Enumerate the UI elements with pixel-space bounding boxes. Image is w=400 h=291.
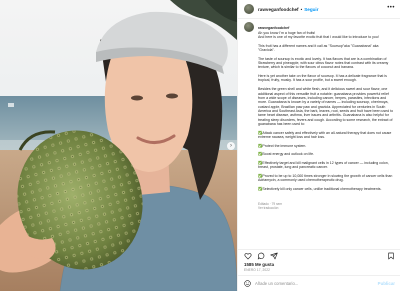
avatar[interactable] bbox=[244, 4, 254, 14]
caption-text: rawveganfoodchef Ah you know I'm a huge … bbox=[258, 22, 396, 215]
comment-input[interactable] bbox=[255, 281, 378, 286]
more-horizontal-icon[interactable]: ••• bbox=[387, 5, 395, 11]
post-header: rawveganfoodchef • Seguir ••• bbox=[238, 0, 400, 19]
caption-line: ✅Selectively kill only cancer cells, unl… bbox=[258, 187, 382, 192]
post-actions bbox=[238, 249, 400, 261]
share-icon[interactable] bbox=[270, 252, 278, 260]
caption-line: ✅Effectively target and kill malignant c… bbox=[258, 161, 389, 170]
caption-line: ✅Attack cancer safely and effectively wi… bbox=[258, 130, 392, 139]
comment-bar: Publicar bbox=[238, 275, 400, 291]
follow-button[interactable]: Seguir bbox=[304, 7, 318, 12]
caption-line: Here is yet another take on the flavor o… bbox=[258, 74, 387, 83]
caption-line: This fruit has a different names and it … bbox=[258, 43, 379, 53]
chevron-right-icon[interactable]: › bbox=[227, 142, 235, 150]
separator-dot: • bbox=[300, 6, 303, 12]
emoji-icon[interactable] bbox=[244, 280, 251, 287]
post-side-panel: rawveganfoodchef • Seguir ••• rawveganfo… bbox=[237, 0, 400, 291]
username-link[interactable]: rawveganfoodchef bbox=[258, 7, 299, 12]
heart-icon[interactable] bbox=[244, 252, 252, 260]
photo-illustration bbox=[0, 0, 237, 291]
caption-line: The taste of soursop is exotic and lovel… bbox=[258, 56, 389, 70]
caption-line: Besides the green shell and white flesh,… bbox=[258, 87, 394, 126]
post-photo[interactable]: › bbox=[0, 0, 237, 291]
bookmark-icon[interactable] bbox=[387, 252, 395, 260]
likes-count[interactable]: 1585 Me gusta bbox=[244, 262, 274, 267]
comment-icon[interactable] bbox=[257, 252, 265, 260]
translation-link[interactable]: Ver traducción bbox=[258, 206, 278, 210]
post-caption: rawveganfoodchef Ah you know I'm a huge … bbox=[244, 22, 396, 248]
caption-meta: Editado · 79 sem Ver traducción bbox=[258, 198, 396, 211]
post-comment-button[interactable]: Publicar bbox=[378, 281, 395, 286]
caption-line: ✅Boost energy and outlook on life. bbox=[258, 152, 315, 157]
caption-line: ✅Proved to be up to 10,000 times stronge… bbox=[258, 174, 393, 183]
caption-avatar[interactable] bbox=[244, 22, 254, 32]
caption-line: ✅Protect the immune system. bbox=[258, 143, 307, 148]
post-date: ENERO 17, 2022 bbox=[244, 268, 271, 272]
caption-line: And here is one of my favorite exotic fr… bbox=[258, 35, 379, 40]
